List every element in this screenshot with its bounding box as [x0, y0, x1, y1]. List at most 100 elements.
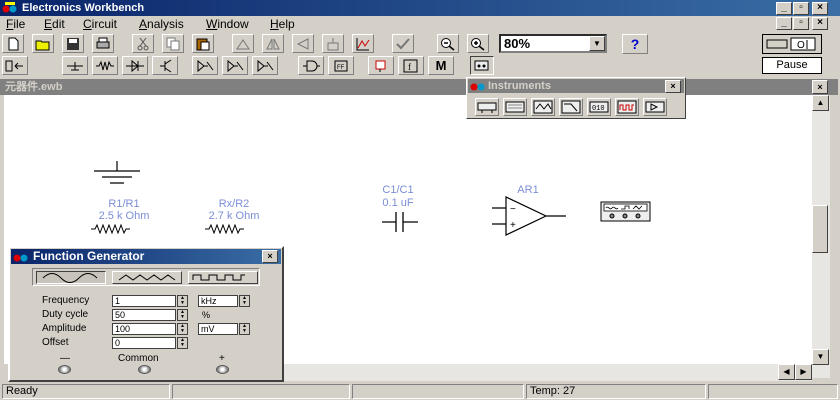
duty-cycle-spinner[interactable]: ▲ ▼ — [177, 309, 188, 321]
duty-cycle-input[interactable]: 50 — [112, 309, 176, 321]
print-button[interactable] — [92, 34, 114, 53]
zoom-in-button[interactable] — [467, 34, 489, 53]
logic-converter-button[interactable] — [643, 98, 667, 116]
cut-button[interactable] — [132, 34, 154, 53]
basic-bin-button[interactable] — [92, 56, 118, 75]
function-generator-close-button[interactable]: × — [262, 250, 278, 263]
resistor-icon — [96, 60, 114, 71]
instruments-title: Instruments — [468, 79, 684, 93]
zoom-out-icon — [441, 38, 455, 51]
frequency-spinner[interactable]: ▲ ▼ — [177, 295, 188, 307]
amplitude-spinner[interactable]: ▲ ▼ — [177, 323, 188, 335]
logic-analyzer-icon — [617, 100, 637, 114]
menu-circuit[interactable]: Circuit — [83, 17, 117, 32]
vertical-scroll-thumb[interactable] — [812, 205, 828, 253]
flip-horizontal-button[interactable] — [262, 34, 284, 53]
component-properties-button[interactable] — [392, 34, 414, 53]
sources-bin-button[interactable] — [62, 56, 88, 75]
frequency-unit-select[interactable]: kHz — [198, 295, 238, 307]
word-generator-button[interactable]: 010 — [587, 98, 611, 116]
scroll-right-button[interactable]: ▶ — [795, 364, 812, 380]
logic-analyzer-button[interactable] — [615, 98, 639, 116]
scroll-left-button[interactable]: ◀ — [778, 364, 795, 380]
zoom-select[interactable]: 80% ▼ — [499, 34, 607, 53]
offset-spinner[interactable]: ▲ ▼ — [177, 337, 188, 349]
help-button[interactable]: ? — [622, 34, 648, 54]
function-generator-button[interactable] — [503, 98, 527, 116]
graph-button[interactable] — [352, 34, 374, 53]
instruments-icon — [474, 60, 489, 71]
flip-vertical-button[interactable] — [292, 34, 314, 53]
opamp-ar1[interactable]: − + — [490, 195, 568, 237]
menu-file[interactable]: File — [6, 17, 25, 32]
svg-text:+: + — [510, 220, 516, 231]
amplitude-unit-spinner[interactable]: ▲ ▼ — [239, 323, 250, 335]
restore-button[interactable]: ▫ — [793, 2, 809, 15]
bode-plotter-button[interactable] — [559, 98, 583, 116]
diodes-bin-button[interactable] — [122, 56, 148, 75]
parts-bin-toggle-button[interactable] — [2, 56, 28, 75]
digital-bin-button[interactable]: FF — [328, 56, 354, 75]
triangle-wave-button[interactable] — [112, 271, 182, 284]
capacitor-c1[interactable] — [382, 211, 418, 233]
rotate-button[interactable] — [232, 34, 254, 53]
new-file-button[interactable] — [2, 34, 24, 53]
amplitude-input[interactable]: 100 — [112, 323, 176, 335]
status-ready: Ready — [2, 384, 170, 399]
resistor-r1[interactable] — [91, 224, 131, 234]
document-close-button[interactable]: × — [812, 80, 828, 94]
chevron-down-icon[interactable]: ▼ — [589, 36, 605, 51]
function-generator-symbol[interactable] — [600, 201, 652, 223]
frequency-unit-spinner[interactable]: ▲ ▼ — [239, 295, 250, 307]
menu-help[interactable]: Help — [270, 17, 295, 32]
oscilloscope-button[interactable] — [531, 98, 555, 116]
analog-ics-bin-button[interactable] — [192, 56, 218, 75]
open-file-button[interactable] — [32, 34, 54, 53]
digital-ics-bin-button[interactable] — [252, 56, 278, 75]
sine-wave-button[interactable] — [36, 271, 106, 284]
power-switch-icon: O — [766, 37, 816, 51]
doc-restore-button[interactable]: ▫ — [793, 17, 809, 30]
instruments-close-button[interactable]: × — [665, 80, 681, 93]
digital-chip-icon — [257, 59, 274, 73]
save-button[interactable] — [62, 34, 84, 53]
scroll-down-button[interactable]: ▼ — [812, 349, 829, 365]
horizontal-scrollbar[interactable]: ◀ ▶ — [284, 364, 812, 381]
square-wave-button[interactable] — [188, 271, 258, 284]
folder-icon — [35, 40, 50, 51]
menu-analysis[interactable]: Analysis — [139, 17, 184, 32]
logic-gates-bin-button[interactable] — [298, 56, 324, 75]
subcircuit-button[interactable] — [322, 34, 344, 53]
zoom-out-button[interactable] — [437, 34, 459, 53]
doc-close-button[interactable]: × — [812, 17, 828, 30]
minimize-button[interactable]: _ — [776, 2, 792, 15]
mixed-ics-bin-button[interactable] — [222, 56, 248, 75]
frequency-input[interactable]: 1 — [112, 295, 176, 307]
resistor-rx[interactable] — [205, 224, 245, 234]
common-terminal[interactable] — [138, 365, 151, 374]
paste-button[interactable] — [192, 34, 214, 53]
indicators-bin-button[interactable] — [368, 56, 394, 75]
logic-converter-icon — [645, 101, 665, 113]
doc-minimize-button[interactable]: _ — [776, 17, 792, 30]
positive-terminal[interactable] — [216, 365, 229, 374]
multimeter-button[interactable] — [475, 98, 499, 116]
menu-window[interactable]: Window — [206, 17, 249, 32]
menu-edit[interactable]: Edit — [44, 17, 65, 32]
power-switch[interactable]: O — [762, 34, 822, 54]
transistors-bin-button[interactable] — [152, 56, 178, 75]
zoom-in-icon — [471, 38, 485, 51]
negative-terminal[interactable] — [58, 365, 71, 374]
scroll-up-button[interactable]: ▲ — [812, 95, 829, 111]
close-button[interactable]: × — [812, 2, 828, 15]
ground-symbol[interactable] — [92, 161, 142, 191]
instruments-bin-button[interactable] — [470, 56, 494, 75]
pause-button[interactable]: Pause — [762, 57, 822, 74]
controls-bin-button[interactable]: f — [398, 56, 424, 75]
miscellaneous-bin-button[interactable]: M — [428, 56, 454, 75]
copy-button[interactable] — [162, 34, 184, 53]
offset-label: Offset — [42, 337, 69, 348]
amplitude-unit-select[interactable]: mV — [198, 323, 238, 335]
vertical-scrollbar[interactable]: ▲ ▼ — [812, 95, 830, 378]
offset-input[interactable]: 0 — [112, 337, 176, 349]
